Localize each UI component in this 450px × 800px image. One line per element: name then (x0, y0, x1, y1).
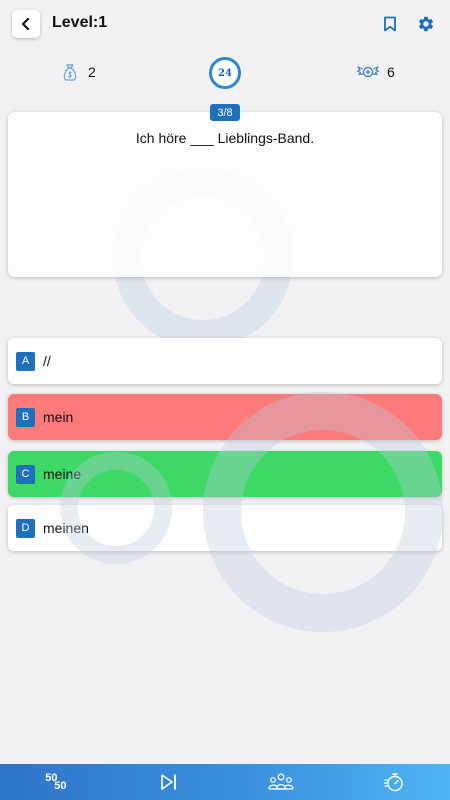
app-header: Level:1 (0, 0, 450, 48)
answer-option-c[interactable]: C meine (8, 451, 442, 497)
fifty-fifty-button[interactable]: 50 50 (0, 764, 113, 800)
extra-time-button[interactable] (338, 764, 450, 800)
option-text: mein (43, 409, 74, 425)
option-text: meinen (43, 520, 89, 536)
back-button[interactable] (12, 10, 40, 38)
option-letter: D (16, 518, 35, 538)
hints-counter: 2 (60, 60, 96, 84)
option-text: // (43, 353, 51, 369)
gear-icon (418, 16, 434, 32)
answer-option-b[interactable]: B mein (8, 394, 442, 440)
lifeline-bar: 50 50 (0, 764, 450, 800)
question-progress-badge: 3/8 (210, 104, 240, 121)
countdown-timer: 24 (209, 57, 241, 89)
winged-badge-icon (357, 66, 379, 78)
answer-option-d[interactable]: D meinen (8, 505, 442, 551)
answer-option-a[interactable]: A // (8, 338, 442, 384)
question-text: Ich höre ___ Lieblings-Band. (135, 130, 315, 146)
coins-counter: 6 (357, 60, 395, 84)
fifty-fifty-icon: 50 50 (45, 772, 67, 792)
option-text: meine (43, 466, 82, 482)
timer-value: 24 (218, 67, 232, 79)
chevron-left-icon (21, 17, 30, 31)
fifty-bottom-text: 50 (54, 780, 67, 792)
page-title: Level:1 (52, 14, 108, 31)
money-bag-icon (63, 64, 77, 81)
hints-count: 2 (88, 64, 96, 80)
audience-icon (268, 773, 294, 790)
audience-button[interactable] (225, 764, 338, 800)
skip-button[interactable] (113, 764, 226, 800)
bookmark-icon (384, 16, 396, 32)
bookmark-button[interactable] (379, 13, 401, 35)
skip-forward-icon (160, 774, 176, 790)
coins-count: 6 (387, 64, 395, 80)
option-letter: C (16, 464, 35, 484)
option-letter: A (16, 351, 35, 371)
option-letter: B (16, 407, 35, 427)
stopwatch-icon (383, 773, 403, 792)
settings-button[interactable] (415, 13, 437, 35)
